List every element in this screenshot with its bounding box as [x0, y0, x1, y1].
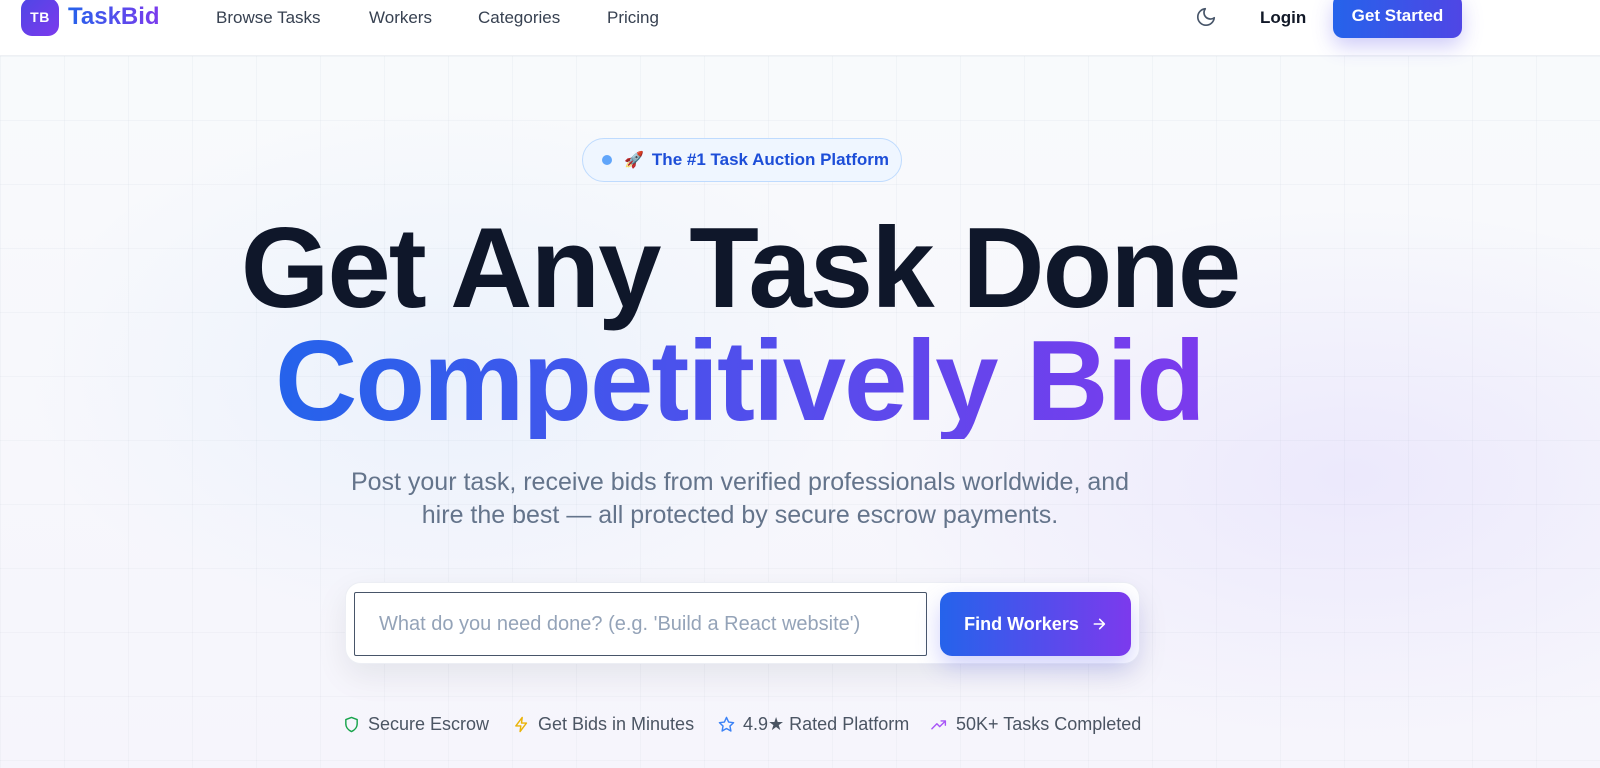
hero-title-line1: Get Any Task Done [240, 205, 1242, 332]
star-icon [718, 716, 735, 732]
rocket-icon: 🚀 [624, 152, 644, 169]
feature-label: 4.9★ Rated Platform [743, 714, 910, 734]
arrow-right-icon [1093, 618, 1105, 630]
feature-secure-escrow: Secure Escrow [343, 714, 489, 735]
shield-icon [345, 716, 358, 733]
find-workers-button[interactable]: Find Workers [940, 592, 1131, 656]
trending-up-icon [931, 720, 947, 730]
feature-label: Get Bids in Minutes [538, 714, 695, 734]
nav-link-pricing[interactable]: Pricing [607, 8, 659, 28]
feature-fast-bids: Get Bids in Minutes [513, 714, 694, 735]
lightning-icon [515, 716, 528, 733]
login-link[interactable]: Login [1260, 8, 1306, 28]
nav-link-browse-tasks[interactable]: Browse Tasks [216, 8, 321, 28]
hero-subtitle-line1: Post your task, receive bids from verifi… [350, 468, 1130, 496]
nav-link-categories[interactable]: Categories [478, 8, 560, 28]
logo-badge[interactable]: TB [21, 0, 59, 36]
feature-rating: 4.9★ Rated Platform [718, 714, 909, 735]
hero-subtitle-line2: hire the best — all protected by secure … [421, 501, 1059, 529]
task-search-input[interactable] [354, 592, 927, 656]
feature-label: 50K+ Tasks Completed [956, 714, 1142, 734]
nav-link-workers[interactable]: Workers [369, 8, 432, 28]
dark-mode-toggle[interactable] [1195, 6, 1217, 28]
task-search-card: Find Workers [345, 582, 1140, 664]
brand-name[interactable]: TaskBid [68, 3, 160, 31]
hero-title-line2: Competitively Bid [275, 325, 1210, 439]
hero-subtitle: Post your task, receive bids from verifi… [290, 466, 1190, 532]
get-started-button[interactable]: Get Started [1333, 0, 1462, 38]
platform-badge: 🚀 The #1 Task Auction Platform [582, 138, 902, 182]
pulse-dot [602, 155, 612, 165]
moon-icon [1196, 7, 1216, 27]
top-navbar: TB TaskBid Browse Tasks Workers Categori… [0, 0, 1600, 56]
feature-label: Secure Escrow [368, 714, 490, 734]
find-workers-label: Find Workers [964, 613, 1079, 634]
platform-badge-text: The #1 Task Auction Platform [651, 150, 890, 169]
feature-tasks-completed: 50K+ Tasks Completed [930, 714, 1141, 735]
